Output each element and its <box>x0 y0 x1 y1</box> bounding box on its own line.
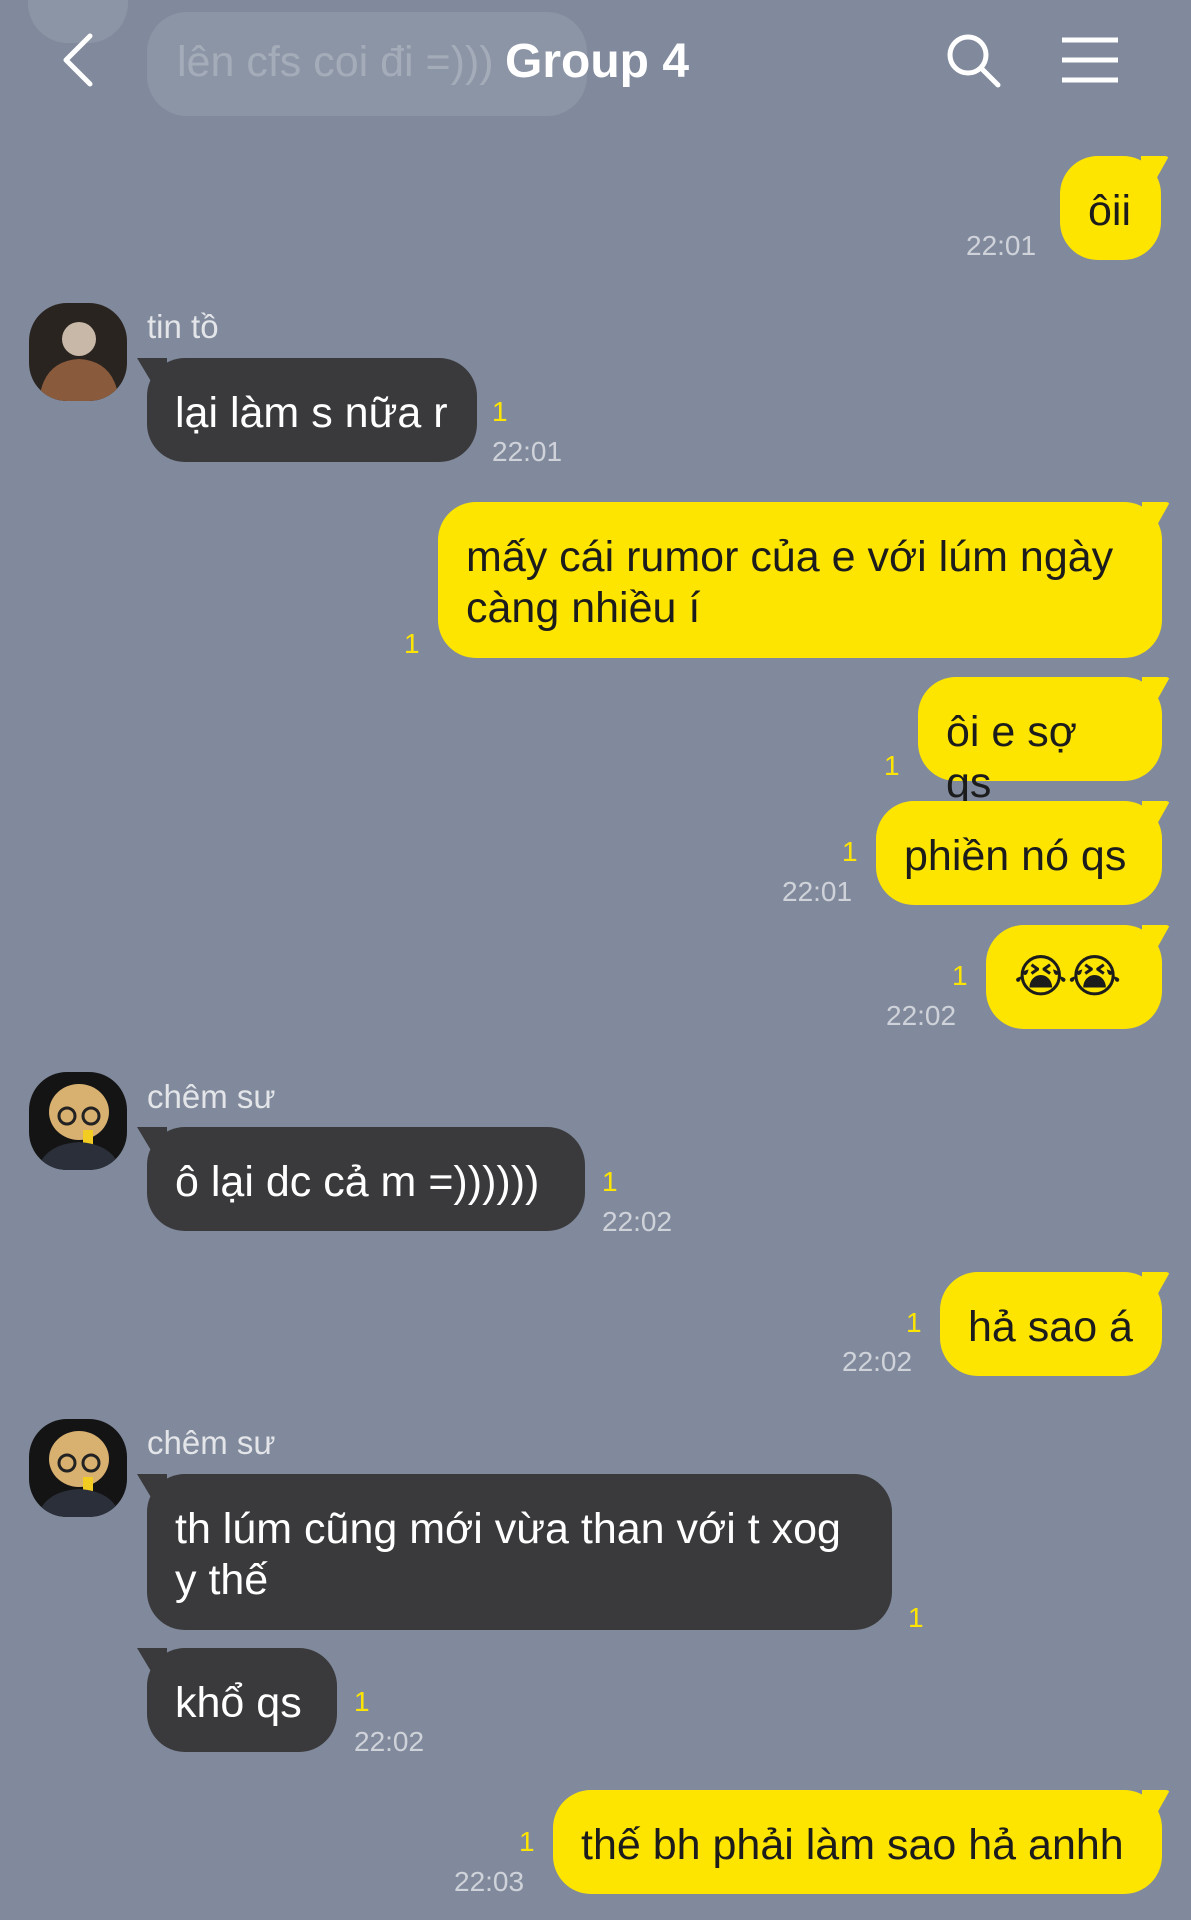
avatar[interactable] <box>29 303 127 401</box>
outgoing-message-bubble[interactable]: thế bh phải làm sao hả anhh <box>553 1790 1162 1894</box>
search-icon[interactable] <box>945 32 1003 90</box>
sender-name: chêm sư <box>147 1424 276 1461</box>
message-time: 22:02 <box>842 1346 913 1377</box>
avatar[interactable] <box>29 1072 127 1170</box>
avatar[interactable] <box>29 1419 127 1517</box>
outgoing-message-bubble[interactable]: hả sao á <box>940 1272 1162 1376</box>
message-time: 22:02 <box>602 1206 673 1237</box>
incoming-message-bubble[interactable]: lại làm s nữa r <box>147 358 477 462</box>
outgoing-message-bubble[interactable]: ôi e sợ qs <box>918 677 1162 807</box>
read-count: 1 <box>519 1826 535 1857</box>
crying-face-emoji: 😭😭 <box>1014 949 1122 1003</box>
incoming-message-bubble[interactable]: th lúm cũng mới vừa than với t xog y thế <box>147 1474 892 1630</box>
incoming-message-bubble[interactable]: khổ qs <box>147 1648 337 1752</box>
read-count: 1 <box>906 1307 922 1338</box>
message-time: 22:01 <box>966 230 1037 261</box>
outgoing-message-bubble[interactable]: ôii <box>1060 156 1161 260</box>
back-arrow-icon[interactable] <box>58 30 98 90</box>
read-count: 1 <box>602 1166 618 1197</box>
message-time: 22:03 <box>454 1866 525 1897</box>
sender-name: tin tồ <box>147 308 219 345</box>
read-count: 1 <box>884 750 900 781</box>
read-count: 1 <box>908 1602 924 1633</box>
incoming-message-bubble[interactable]: ô lại dc cả m =)))))) <box>147 1127 585 1231</box>
faded-preview-text: lên cfs coi đi =))) <box>177 38 494 86</box>
message-time: 22:01 <box>492 436 563 467</box>
chat-title: Group 4 <box>505 35 690 88</box>
read-count: 1 <box>492 396 508 427</box>
outgoing-message-bubble[interactable]: mấy cái rumor của e với lúm ngày càng nh… <box>438 502 1162 658</box>
outgoing-message-bubble[interactable]: 😭😭 <box>986 925 1162 1029</box>
read-count: 1 <box>952 960 968 991</box>
message-time: 22:02 <box>354 1726 425 1757</box>
message-time: 22:02 <box>886 1000 957 1031</box>
read-count: 1 <box>404 628 420 659</box>
menu-icon[interactable] <box>1060 36 1120 84</box>
message-time: 22:01 <box>782 876 853 907</box>
read-count: 1 <box>842 836 858 867</box>
outgoing-message-bubble[interactable]: phiền nó qs <box>876 801 1162 905</box>
read-count: 1 <box>354 1686 370 1717</box>
sender-name: chêm sư <box>147 1078 276 1115</box>
